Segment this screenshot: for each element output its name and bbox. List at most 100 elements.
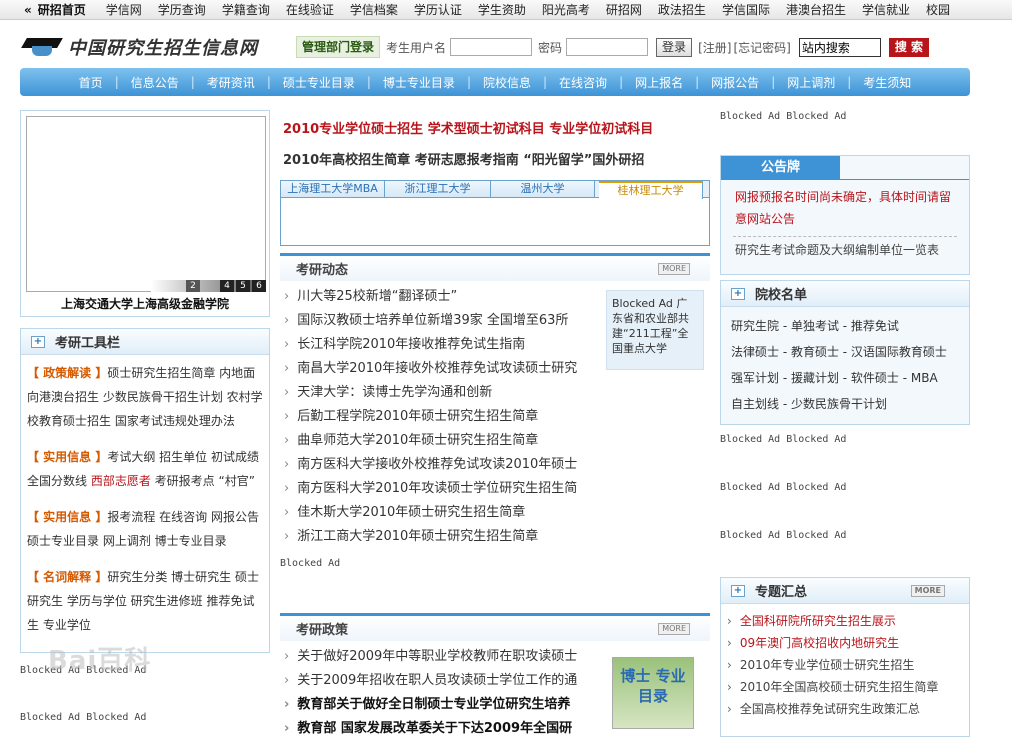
nav-item[interactable]: 网上调剂 bbox=[775, 74, 847, 91]
slide-page-2[interactable]: 2 bbox=[186, 280, 200, 292]
blocked-ad: Blocked Ad Blocked Ad bbox=[20, 712, 147, 723]
search-button[interactable]: 搜 索 bbox=[888, 37, 929, 57]
site-logo[interactable]: 中国研究生招生信息网 bbox=[21, 34, 258, 60]
username-input[interactable] bbox=[450, 38, 533, 56]
nav-item[interactable]: 考研资讯 bbox=[195, 74, 267, 91]
featured-line-2[interactable]: 2010年高校招生简章 考研志愿报考指南 “阳光留学”国外研招 bbox=[280, 147, 710, 175]
policy-item[interactable]: 教育部 国家发展改革委关于下达2009年全国研 bbox=[284, 717, 599, 741]
news-item[interactable]: 川大等25校新增“翻译硕士” bbox=[284, 285, 599, 309]
more-button[interactable]: MORE bbox=[910, 584, 945, 597]
top-link[interactable]: 政法招生 bbox=[658, 3, 706, 17]
tab-school[interactable]: 浙江理工大学 bbox=[385, 181, 491, 197]
top-link[interactable]: 校园 bbox=[926, 3, 950, 17]
nav-item[interactable]: 信息公告 bbox=[119, 74, 191, 91]
nav-item[interactable]: 院校信息 bbox=[471, 74, 543, 91]
topics-title: + 专题汇总 MORE bbox=[721, 578, 969, 604]
news-item[interactable]: 曲阜师范大学2010年硕士研究生招生简章 bbox=[284, 429, 599, 453]
nav-item[interactable]: 在线咨询 bbox=[547, 74, 619, 91]
schools-row[interactable]: 法律硕士 - 教育硕士 - 汉语国际教育硕士 bbox=[731, 339, 959, 365]
policy-item[interactable]: 关于2009年招收在职人员攻读硕士学位工作的通 bbox=[284, 669, 599, 693]
top-link[interactable]: 港澳台招生 bbox=[786, 3, 846, 17]
schools-row[interactable]: 强军计划 - 援藏计划 - 软件硕士 - MBA bbox=[731, 365, 959, 391]
side-ad[interactable]: Blocked Ad 广东省和农业部共建“211工程”全国重点大学 bbox=[606, 290, 704, 370]
login-button[interactable]: 登录 bbox=[656, 37, 693, 57]
notice-link[interactable]: 网报预报名时间尚未确定，具体时间请留意网站公告 bbox=[721, 180, 969, 230]
tools-tag: 【 名词解释 】 bbox=[27, 570, 108, 584]
topic-item[interactable]: 2010年专业学位硕士研究生招生 bbox=[727, 654, 969, 676]
top-link[interactable]: 学历认证 bbox=[414, 3, 462, 17]
topic-item[interactable]: 全国科研院所研究生招生展示 bbox=[727, 610, 969, 632]
news-item[interactable]: 长江科学院2010年接收推荐免试生指南 bbox=[284, 333, 599, 357]
nav-item[interactable]: 考生须知 bbox=[851, 74, 923, 91]
tab-school[interactable]: 上海理工大学MBA bbox=[281, 181, 385, 197]
news-title: 考研动态 bbox=[296, 263, 349, 278]
main-nav: 首页 | 信息公告 | 考研资讯 | 硕士专业目录 | 博士专业目录 | 院校信息 | 在线咨询 | 网上报… bbox=[20, 68, 970, 96]
tab-school[interactable]: 温州大学 bbox=[491, 181, 595, 197]
schools-row[interactable]: 研究生院 - 单独考试 - 推荐免试 bbox=[731, 313, 959, 339]
nav-item[interactable]: 网报公告 bbox=[699, 74, 771, 91]
slide-page-4[interactable]: 4 bbox=[220, 280, 234, 292]
blocked-ad: Blocked Ad Blocked Ad bbox=[720, 482, 847, 493]
slideshow-image[interactable] bbox=[26, 116, 266, 292]
blocked-ad: Blocked Ad Blocked Ad bbox=[720, 111, 847, 122]
news-item[interactable]: 南方医科大学接收外校推荐免试攻读2010年硕士 bbox=[284, 453, 599, 477]
schools-row[interactable]: 自主划线 - 少数民族骨干计划 bbox=[731, 391, 959, 417]
topic-item[interactable]: 2010年全国高校硕士研究生招生简章 bbox=[727, 676, 969, 698]
news-item[interactable]: 南方医科大学2010年攻读硕士学位研究生招生简 bbox=[284, 477, 599, 501]
top-link[interactable]: 学籍查询 bbox=[222, 3, 270, 17]
more-button[interactable]: MORE bbox=[658, 262, 690, 275]
plus-icon: + bbox=[731, 584, 745, 597]
topic-item[interactable]: 09年澳门高校招收内地研究生 bbox=[727, 632, 969, 654]
news-item[interactable]: 佳木斯大学2010年硕士研究生招生简章 bbox=[284, 501, 599, 525]
news-item[interactable]: 天津大学：读博士先学沟通和创新 bbox=[284, 381, 599, 405]
nav-item[interactable]: 博士专业目录 bbox=[371, 74, 467, 91]
nav-item[interactable]: 硕士专业目录 bbox=[271, 74, 367, 91]
top-link[interactable]: 学信就业 bbox=[862, 3, 910, 17]
tab-school[interactable]: 桂林理工大学 bbox=[599, 181, 703, 199]
top-link[interactable]: 学生资助 bbox=[478, 3, 526, 17]
topic-item[interactable]: 全国高校推荐免试研究生政策汇总 bbox=[727, 698, 969, 720]
top-link[interactable]: 研招网 bbox=[606, 3, 642, 17]
home-link[interactable]: «研招首页 bbox=[24, 1, 86, 18]
notice-header: 公告牌 bbox=[721, 156, 969, 180]
news-item[interactable]: 后勤工程学院2010年硕士研究生招生简章 bbox=[284, 405, 599, 429]
top-link[interactable]: 学信国际 bbox=[722, 3, 770, 17]
top-links: 学信网 学历查询 学籍查询 在线验证 学信档案 学历认证 学生资助 阳光高考 研招网 政法招生 学信… bbox=[106, 1, 966, 18]
password-input[interactable] bbox=[566, 38, 649, 56]
top-link[interactable]: 学信网 bbox=[106, 3, 142, 17]
book-cover-image[interactable]: 博士 专业目录 bbox=[612, 657, 694, 729]
site-search-input[interactable] bbox=[798, 37, 881, 57]
double-chevron-left-icon: « bbox=[24, 3, 32, 17]
policy-header: 考研政策 MORE bbox=[280, 613, 710, 641]
slide-caption[interactable]: 上海交通大学上海高级金融学院 bbox=[21, 295, 269, 312]
tools-link-highlight[interactable]: 西部志愿者 bbox=[91, 474, 151, 488]
featured-line-1[interactable]: 2010专业学位硕士招生 学术型硕士初试科目 专业学位初试科目 bbox=[280, 113, 710, 147]
news-item[interactable]: 国际汉教硕士培养单位新增39家 全国增至63所 bbox=[284, 309, 599, 333]
notice-link[interactable]: 研究生考试命题及大纲编制单位一览表 bbox=[721, 237, 969, 262]
tab-row: 上海理工大学MBA 浙江理工大学 温州大学 桂林理工大学 bbox=[281, 181, 709, 199]
more-button[interactable]: MORE bbox=[658, 622, 690, 635]
slide-page-6[interactable]: 6 bbox=[252, 280, 266, 292]
policy-item[interactable]: 教育部关于做好全日制硕士专业学位研究生培养 bbox=[284, 693, 599, 717]
schools-panel: + 院校名单 研究生院 - 单独考试 - 推荐免试 法律硕士 - 教育硕士 - 汉语… bbox=[720, 280, 970, 425]
nav-item[interactable]: 网上报名 bbox=[623, 74, 695, 91]
news-item[interactable]: 浙江工商大学2010年硕士研究生招生简章 bbox=[284, 525, 599, 549]
news-item[interactable]: 南昌大学2010年接收外校推荐免试攻读硕士研究 bbox=[284, 357, 599, 381]
forgot-password-link[interactable]: [忘记密码] bbox=[733, 39, 790, 56]
top-link[interactable]: 在线验证 bbox=[286, 3, 334, 17]
top-links-bar: «研招首页 学信网 学历查询 学籍查询 在线验证 学信档案 学历认证 学生资助 阳光高考 研招网… bbox=[0, 0, 1012, 20]
nav-item[interactable]: 首页 bbox=[67, 74, 115, 91]
top-link[interactable]: 阳光高考 bbox=[542, 3, 590, 17]
blocked-ad: Blocked Ad bbox=[280, 558, 341, 569]
site-header: 中国研究生招生信息网 管理部门登录 考生用户名 密码 登录 [注册] [忘记密码… bbox=[0, 28, 1012, 68]
policy-title: 考研政策 bbox=[296, 623, 349, 638]
top-link[interactable]: 学信档案 bbox=[350, 3, 398, 17]
policy-item[interactable]: 关于做好2009年中等职业学校教师在职攻读硕士 bbox=[284, 645, 599, 669]
top-link[interactable]: 学历查询 bbox=[158, 3, 206, 17]
slide-page-5[interactable]: 5 bbox=[236, 280, 250, 292]
tools-section: 【 政策解读 】硕士研究生招生简章 内地面向港澳台招生 少数民族骨干招生计划 农… bbox=[21, 355, 269, 439]
register-link[interactable]: [注册] bbox=[698, 39, 731, 56]
tools-tag: 【 实用信息 】 bbox=[27, 510, 108, 524]
tools-links[interactable]: 考研报考点 “村官” bbox=[151, 474, 255, 488]
manager-login-button[interactable]: 管理部门登录 bbox=[296, 36, 381, 58]
